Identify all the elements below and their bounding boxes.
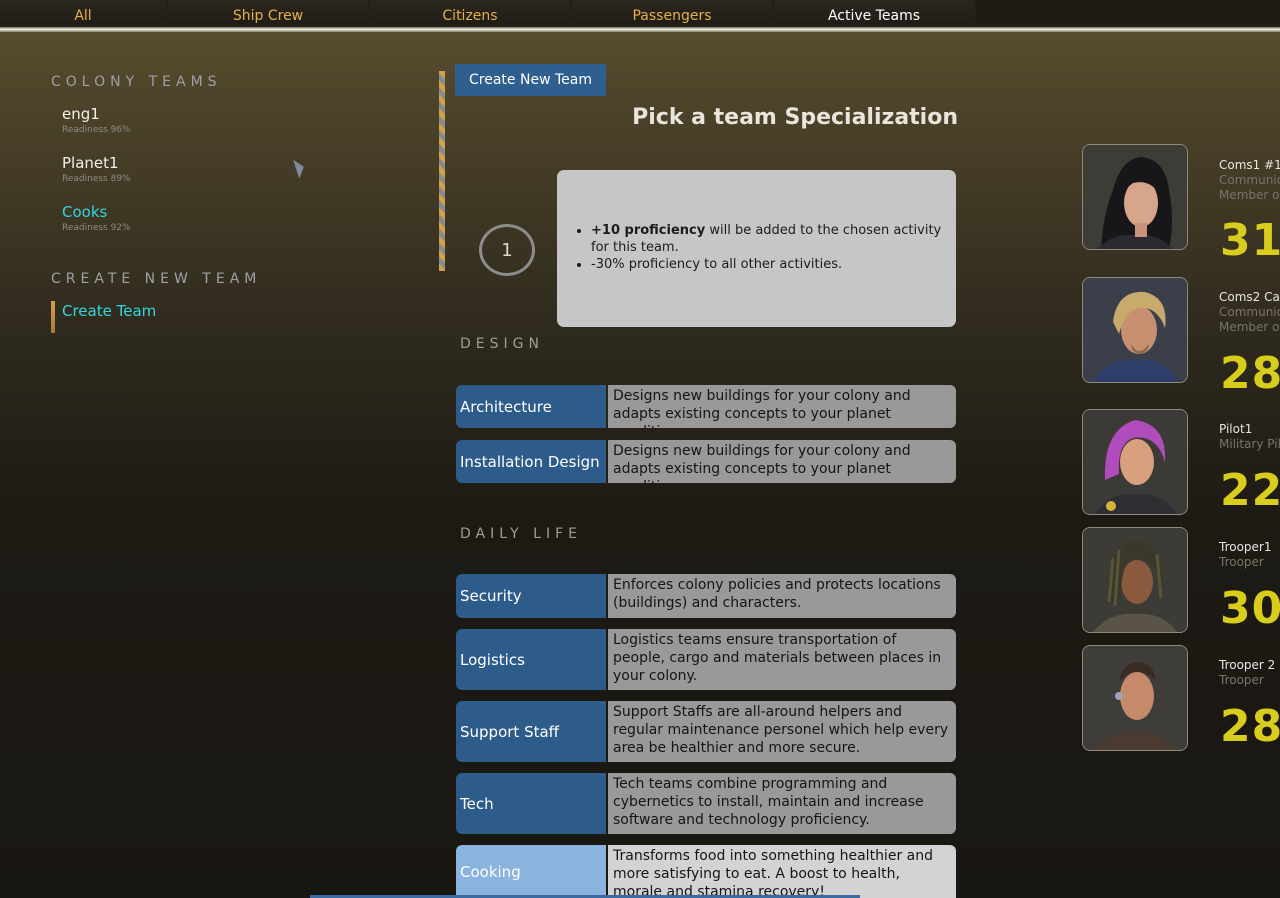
spec-label: Architecture — [456, 385, 606, 428]
crew-role: Communica — [1219, 173, 1280, 187]
spec-label: Support Staff — [456, 701, 606, 762]
spec-description: Transforms food into something healthier… — [608, 845, 956, 898]
spec-description: Designs new buildings for your colony an… — [608, 440, 956, 483]
header-divider — [0, 27, 1280, 32]
create-new-team-button[interactable]: Create New Team — [455, 64, 606, 96]
page-title: Pick a team Specialization — [632, 105, 958, 130]
crew-name: Coms1 #1 — [1219, 158, 1280, 172]
spec-option-tech[interactable]: Tech Tech teams combine programming and … — [456, 773, 956, 834]
category-design-title: DESIGN — [460, 336, 544, 352]
tab-all[interactable]: All — [0, 0, 166, 25]
tab-ship-crew[interactable]: Ship Crew — [168, 0, 368, 25]
create-team-link[interactable]: Create Team — [62, 302, 156, 320]
team-readiness: Readiness 89% — [62, 174, 131, 184]
crew-proficiency-number: 31 — [1220, 215, 1280, 266]
crew-membership: Member of — [1219, 188, 1280, 202]
create-new-team-title: CREATE NEW TEAM — [51, 271, 262, 287]
hazard-stripe-divider — [439, 71, 445, 271]
spec-option-support-staff[interactable]: Support Staff Support Staffs are all-aro… — [456, 701, 956, 762]
spec-description: Logistics teams ensure transportation of… — [608, 629, 956, 690]
team-item-cooks[interactable]: Cooks — [62, 203, 107, 221]
portrait-trooper1 — [1083, 528, 1187, 632]
info-bullet-bold: +10 proficiency — [591, 223, 706, 238]
crew-proficiency-number: 30 — [1220, 583, 1280, 634]
crew-name: Coms2 Car — [1219, 290, 1280, 304]
spec-description: Designs new buildings for your colony an… — [608, 385, 956, 428]
mouse-cursor-icon — [293, 157, 307, 179]
crew-name: Trooper 2 — [1219, 658, 1276, 672]
portrait-coms1 — [1083, 145, 1187, 249]
crew-card-trooper1[interactable] — [1082, 527, 1188, 633]
step-number-badge: 1 — [479, 224, 535, 276]
spec-description: Support Staffs are all-around helpers an… — [608, 701, 956, 762]
crew-name: Pilot1 — [1219, 422, 1253, 436]
spec-label: Tech — [456, 773, 606, 834]
spec-label: Security — [456, 574, 606, 618]
info-bullet: -30% proficiency to all other activities… — [591, 256, 944, 273]
crew-role: Trooper — [1219, 673, 1264, 687]
spec-option-logistics[interactable]: Logistics Logistics teams ensure transpo… — [456, 629, 956, 690]
crew-role: Military Pil — [1219, 437, 1280, 451]
spec-description: Enforces colony policies and protects lo… — [608, 574, 956, 618]
spec-option-security[interactable]: Security Enforces colony policies and pr… — [456, 574, 956, 618]
info-bullet-text: -30% proficiency to all other activities… — [591, 257, 843, 272]
tab-active-teams[interactable]: Active Teams — [774, 0, 974, 25]
crew-name: Trooper1 — [1219, 540, 1272, 554]
portrait-pilot1 — [1083, 410, 1187, 514]
spec-label: Logistics — [456, 629, 606, 690]
selection-marker — [51, 301, 55, 333]
crew-card-trooper2[interactable] — [1082, 645, 1188, 751]
tab-passengers[interactable]: Passengers — [572, 0, 772, 25]
team-readiness: Readiness 92% — [62, 223, 131, 233]
crew-role: Trooper — [1219, 555, 1264, 569]
crew-role: Communica — [1219, 305, 1280, 319]
team-item-eng1[interactable]: eng1 — [62, 105, 100, 123]
active-teams-screen: All Ship Crew Citizens Passengers Active… — [0, 0, 1280, 898]
crew-card-coms2[interactable] — [1082, 277, 1188, 383]
specialization-info-box: +10 proficiency will be added to the cho… — [557, 170, 956, 327]
team-item-planet1[interactable]: Planet1 — [62, 154, 119, 172]
spec-option-installation-design[interactable]: Installation Design Designs new building… — [456, 440, 956, 483]
portrait-trooper2 — [1083, 646, 1187, 750]
crew-proficiency-number: 22 — [1220, 465, 1280, 516]
spec-option-cooking[interactable]: Cooking Transforms food into something h… — [456, 845, 956, 898]
tab-bar-filler — [976, 0, 1280, 25]
info-bullet: +10 proficiency will be added to the cho… — [591, 222, 944, 256]
crew-card-coms1[interactable] — [1082, 144, 1188, 250]
colony-teams-title: COLONY TEAMS — [51, 74, 222, 90]
spec-label: Cooking — [456, 845, 606, 898]
tab-bar: All Ship Crew Citizens Passengers Active… — [0, 0, 1280, 27]
crew-membership: Member of — [1219, 320, 1280, 334]
category-daily-life-title: DAILY LIFE — [460, 526, 583, 542]
crew-proficiency-number: 28 — [1220, 701, 1280, 752]
spec-option-architecture[interactable]: Architecture Designs new buildings for y… — [456, 385, 956, 428]
spec-label: Installation Design — [456, 440, 606, 483]
tab-citizens[interactable]: Citizens — [370, 0, 570, 25]
spec-description: Tech teams combine programming and cyber… — [608, 773, 956, 834]
crew-proficiency-number: 28 — [1220, 348, 1280, 399]
portrait-coms2 — [1083, 278, 1187, 382]
team-readiness: Readiness 96% — [62, 125, 131, 135]
crew-card-pilot1[interactable] — [1082, 409, 1188, 515]
